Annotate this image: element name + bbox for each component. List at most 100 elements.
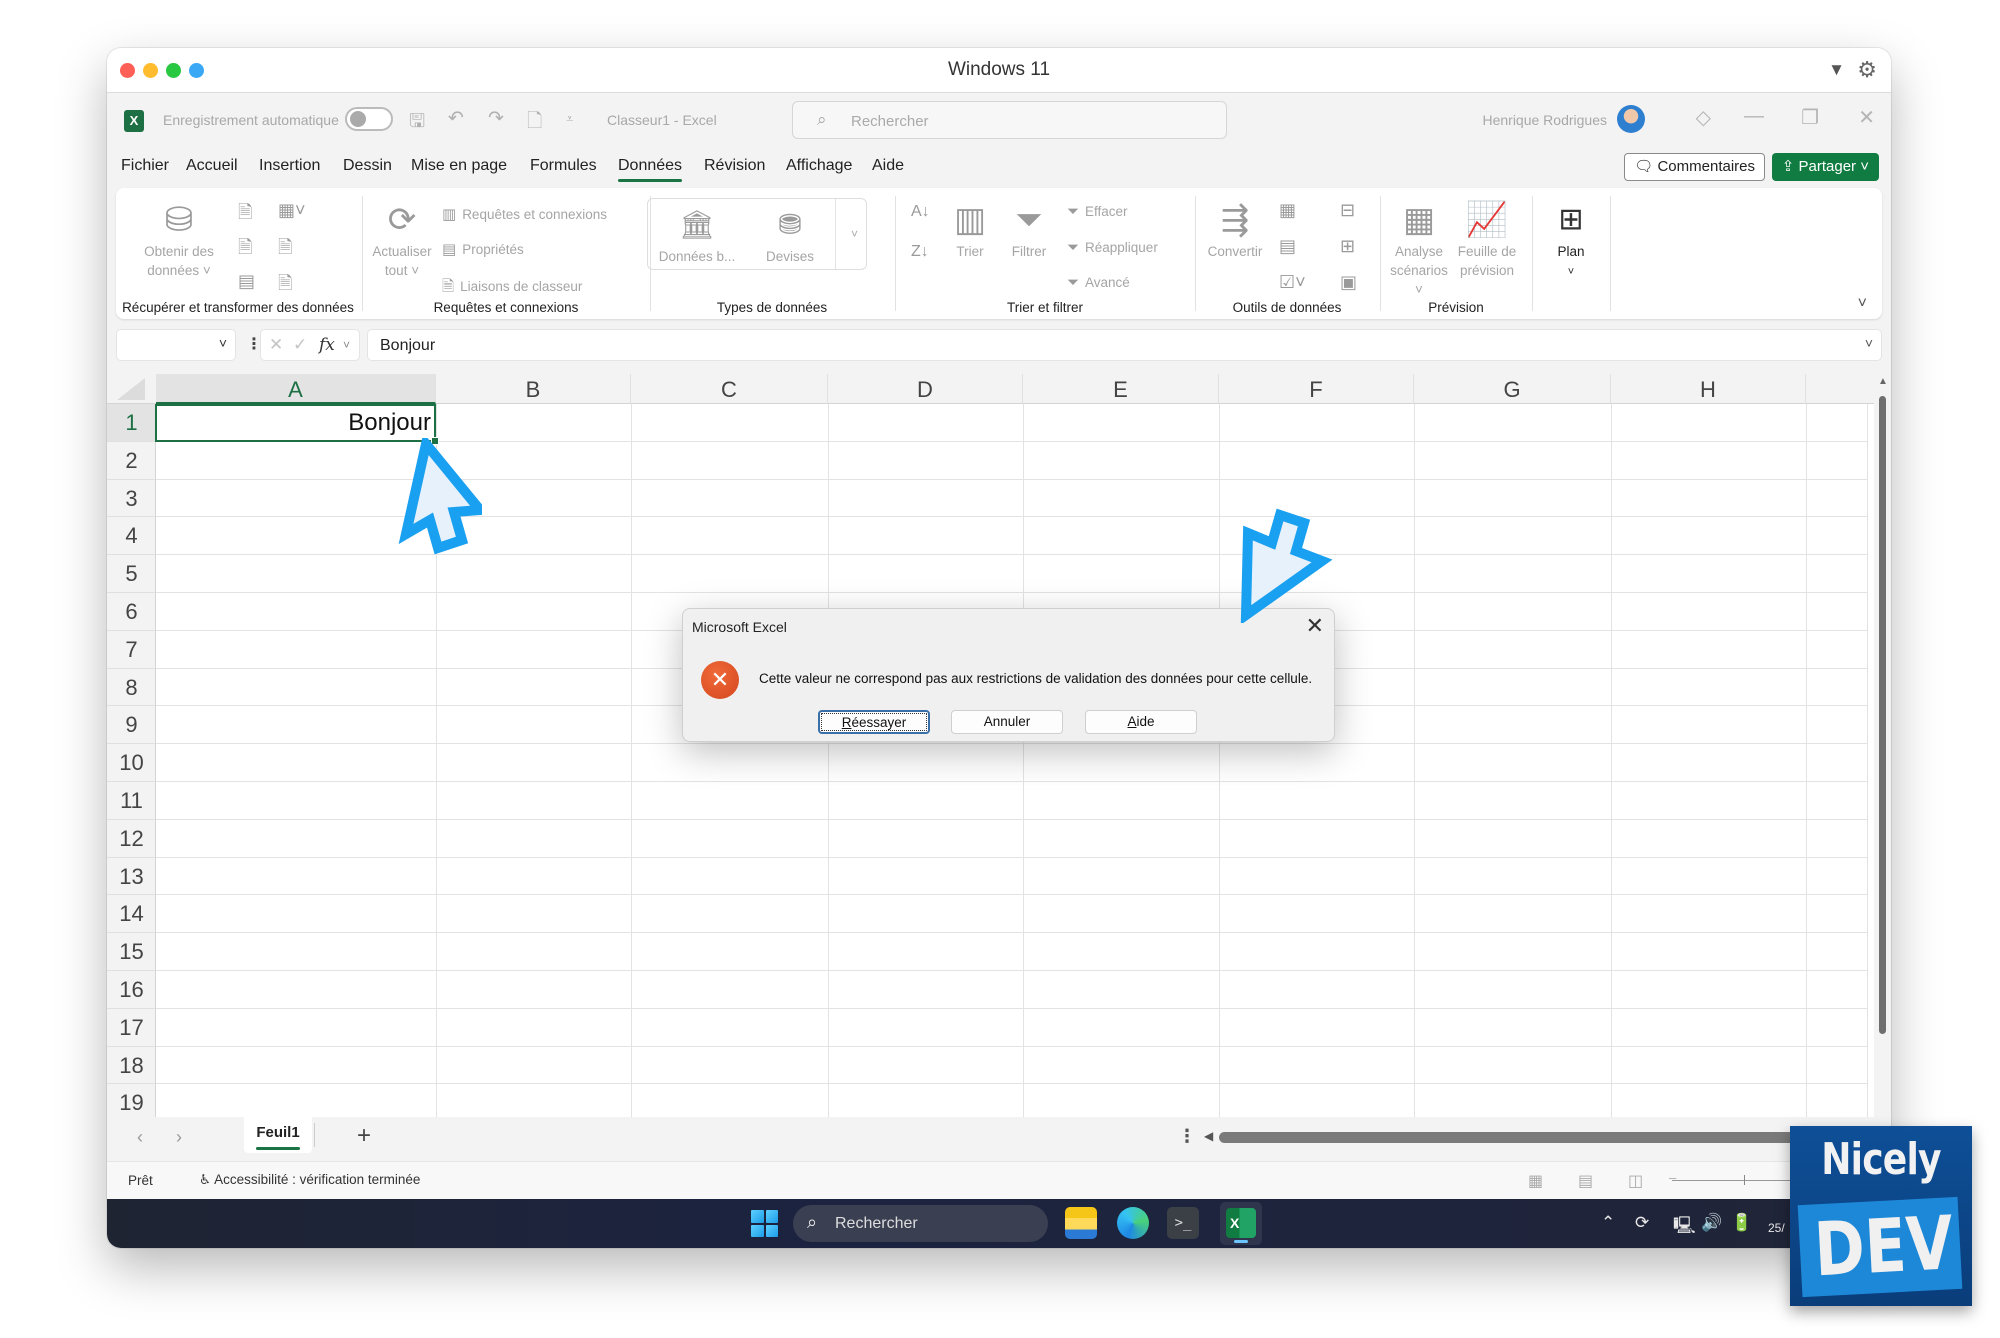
insert-function-icon[interactable]: fx — [319, 335, 335, 355]
tab-mise-en-page[interactable]: Mise en page — [411, 157, 507, 175]
cancel-button[interactable]: Annuler — [951, 710, 1063, 734]
from-web-icon[interactable]: 🗎 — [238, 235, 252, 265]
gear-icon[interactable]: ⚙ — [1857, 57, 1877, 83]
taskbar-excel-active[interactable]: X — [1220, 1202, 1262, 1245]
help-button[interactable]: Aide — [1085, 710, 1197, 734]
formula-input[interactable]: Bonjour ˅ — [367, 329, 1882, 361]
sheet-tab-feuil1[interactable]: Feuil1 — [244, 1117, 312, 1153]
zoom-slider-thumb[interactable] — [1744, 1175, 1745, 1185]
share-button[interactable]: ⇪ Partager ˅ — [1771, 153, 1879, 181]
cancel-entry-icon[interactable]: ✕ — [269, 335, 283, 355]
tab-formules[interactable]: Formules — [530, 157, 597, 175]
remove-duplicates-icon[interactable]: ▤ — [1279, 236, 1296, 257]
retry-button[interactable]: Réessayer — [818, 710, 930, 734]
expand-formula-bar-icon[interactable]: ˅ — [1865, 335, 1873, 351]
recent-sources-icon[interactable]: 🗎 — [278, 235, 292, 265]
outline-button[interactable]: ⊞ Plan ˅ — [1542, 198, 1600, 282]
select-all-corner[interactable] — [117, 378, 145, 400]
autosave-toggle[interactable] — [345, 107, 393, 131]
text-to-columns-button[interactable]: ⇶ Convertir — [1201, 198, 1269, 261]
terminal-icon[interactable]: >_ — [1167, 1207, 1199, 1239]
filter-button[interactable]: ⏷ Filtrer — [1002, 198, 1056, 261]
spreadsheet-grid[interactable]: ABCDEFGH 1 2 3 4 5 6 7 8 9 10 11 12 13 14 15 16 17 18 19 B… — [107, 374, 1877, 1164]
comments-button[interactable]: 🗨 Commentaires — [1624, 153, 1765, 181]
tab-dessin[interactable]: Dessin — [343, 157, 392, 175]
row-header-6[interactable]: 6 — [107, 593, 156, 631]
page-break-view-icon[interactable]: ◫ — [1628, 1171, 1643, 1191]
from-range-icon[interactable]: ▤ — [238, 271, 255, 292]
properties-button[interactable]: ▤ Propriétés — [442, 240, 524, 258]
tab-aide[interactable]: Aide — [872, 157, 904, 175]
page-layout-view-icon[interactable]: ▤ — [1578, 1171, 1593, 1191]
scroll-thumb[interactable] — [1879, 396, 1886, 1034]
refresh-all-button[interactable]: ⟳ Actualiser tout ˅ — [370, 198, 434, 280]
from-table-icon[interactable]: ▦˅ — [278, 200, 306, 221]
windows-start-icon[interactable] — [751, 1210, 778, 1237]
customize-toolbar-icon[interactable]: ⩡ — [566, 111, 573, 127]
column-header-a[interactable]: A — [156, 374, 436, 404]
data-validation-icon[interactable]: ☑˅ — [1279, 272, 1306, 293]
sync-icon[interactable]: ⟳ — [1635, 1213, 1649, 1233]
relationships-icon[interactable]: ⊞ — [1340, 236, 1355, 257]
normal-view-icon[interactable]: ▦ — [1528, 1171, 1543, 1191]
horizontal-scroll-thumb[interactable] — [1219, 1132, 1839, 1143]
row-header-11[interactable]: 11 — [107, 782, 156, 820]
previous-sheet-icon[interactable]: ‹ — [137, 1127, 143, 1148]
more-options-icon[interactable]: ⋮ — [1178, 1126, 1196, 1147]
filter-icon[interactable]: ▼ — [1828, 60, 1845, 80]
premium-diamond-icon[interactable]: ◇ — [1696, 105, 1711, 130]
tab-affichage[interactable]: Affichage — [786, 157, 852, 175]
row-header-13[interactable]: 13 — [107, 857, 156, 896]
scroll-left-icon[interactable]: ◀ — [1204, 1129, 1213, 1143]
what-if-button[interactable]: ▦ Analyse scénarios ˅ — [1386, 198, 1452, 299]
sort-button[interactable]: ▥ Trier — [945, 198, 995, 261]
column-header-c[interactable]: C — [631, 374, 828, 404]
row-header-10[interactable]: 10 — [107, 744, 156, 782]
row-header-8[interactable]: 8 — [107, 668, 156, 707]
row-header-5[interactable]: 5 — [107, 555, 156, 593]
undo-icon[interactable]: ↶ — [448, 107, 464, 130]
row-header-7[interactable]: 7 — [107, 630, 156, 669]
ribbon-expand-chevron-icon[interactable]: ˅ — [1858, 295, 1867, 313]
advanced-button[interactable]: ⏷ Avancé — [1067, 274, 1130, 291]
forecast-sheet-button[interactable]: 📈 Feuille de prévision — [1454, 198, 1520, 280]
tab-insertion[interactable]: Insertion — [259, 157, 320, 175]
name-box[interactable]: ˅ — [116, 329, 236, 361]
vertical-scrollbar[interactable]: ▲ ▼ — [1874, 374, 1891, 1164]
avatar[interactable] — [1617, 105, 1645, 133]
search-input[interactable]: ⌕ Rechercher — [792, 101, 1227, 139]
zoom-out-icon[interactable]: – — [1669, 1170, 1676, 1185]
sort-asc-icon[interactable]: A↓ — [911, 203, 930, 221]
column-header-f[interactable]: F — [1219, 374, 1414, 404]
queries-connections-button[interactable]: ▥ Requêtes et connexions — [442, 205, 607, 223]
column-header-h[interactable]: H — [1611, 374, 1806, 404]
row-header-15[interactable]: 15 — [107, 933, 156, 971]
data-model-icon[interactable]: ▣ — [1340, 272, 1357, 293]
row-header-16[interactable]: 16 — [107, 971, 156, 1009]
workbook-links-button[interactable]: 🗎 Liaisons de classeur — [442, 276, 582, 301]
redo-icon[interactable]: ↷ — [488, 107, 504, 130]
consolidate-icon[interactable]: ⊟ — [1340, 200, 1355, 221]
add-sheet-button[interactable]: + — [357, 1122, 371, 1150]
row-header-17[interactable]: 17 — [107, 1008, 156, 1047]
flash-fill-icon[interactable]: ▦ — [1279, 200, 1296, 221]
row-header-9[interactable]: 9 — [107, 706, 156, 745]
user-name[interactable]: Henrique Rodrigues — [1482, 112, 1607, 128]
clock[interactable]: 25/ — [1768, 1221, 1785, 1235]
row-header-4[interactable]: 4 — [107, 517, 156, 556]
minimize-icon[interactable]: — — [1744, 105, 1764, 128]
network-icon[interactable]: 🖳 — [1673, 1213, 1696, 1242]
row-header-12[interactable]: 12 — [107, 819, 156, 858]
tab-revision[interactable]: Révision — [704, 157, 765, 175]
row-header-14[interactable]: 14 — [107, 895, 156, 934]
get-data-button[interactable]: ⛁ Obtenir des données ˅ — [138, 198, 220, 280]
row-header-3[interactable]: 3 — [107, 479, 156, 518]
column-header-d[interactable]: D — [828, 374, 1023, 404]
chevron-down-icon[interactable]: ˅ — [219, 335, 227, 351]
from-text-icon[interactable]: 🗎 — [238, 200, 252, 230]
reapply-button[interactable]: ⏷ Réappliquer — [1067, 239, 1158, 256]
new-document-icon[interactable]: 🗋 — [527, 107, 542, 139]
zoom-slider[interactable] — [1672, 1180, 1792, 1181]
row-header-18[interactable]: 18 — [107, 1046, 156, 1085]
restore-icon[interactable]: ❐ — [1801, 105, 1819, 130]
